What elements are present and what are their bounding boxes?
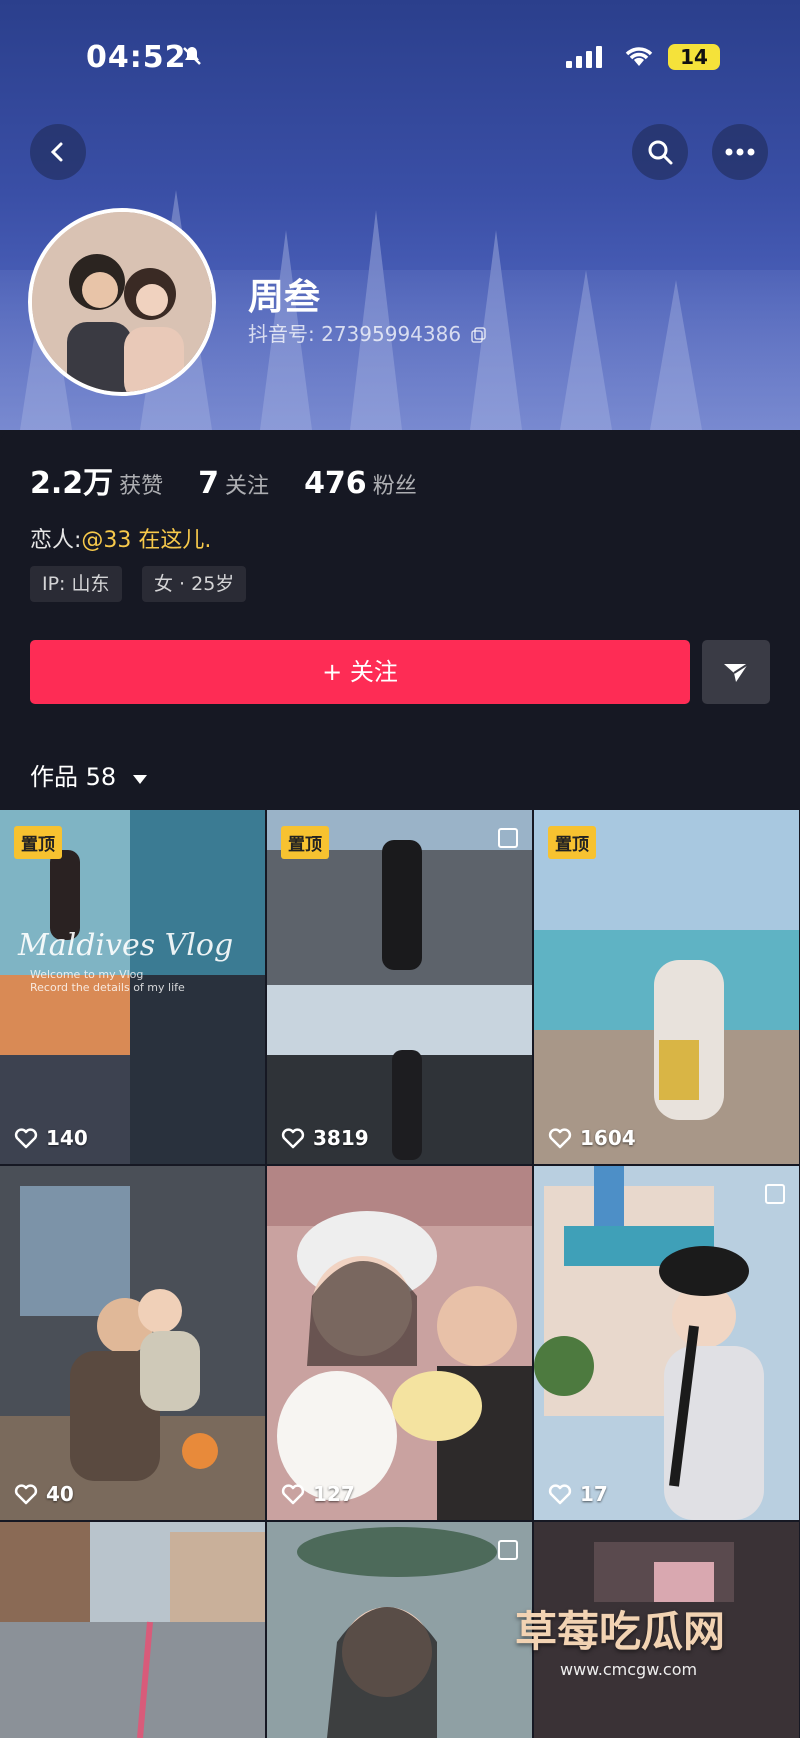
like-count: 140	[14, 1126, 88, 1150]
copy-icon[interactable]	[471, 327, 487, 343]
heart-outline-icon	[281, 1484, 305, 1505]
video-thumbnail	[267, 810, 532, 1164]
video-thumbnail	[267, 1522, 532, 1738]
heart-outline-icon	[548, 1128, 572, 1149]
share-arrow-icon	[724, 663, 749, 682]
like-count-value: 40	[46, 1482, 74, 1506]
more-button[interactable]	[712, 124, 768, 180]
heart-outline-icon	[14, 1128, 38, 1149]
stat-following-value: 7	[198, 466, 220, 501]
heart-outline-icon	[281, 1128, 305, 1149]
ip-location-tag: IP: 山东	[30, 566, 122, 602]
like-count-value: 140	[46, 1126, 88, 1150]
video-thumbnail	[267, 1166, 532, 1520]
status-time: 04:52	[86, 40, 187, 75]
share-button[interactable]	[702, 640, 770, 704]
video-thumbnail	[534, 1166, 799, 1520]
watermark-title: 草莓吃瓜网	[515, 1607, 726, 1656]
video-tile[interactable]: 40	[0, 1166, 265, 1520]
douyin-id-text: 抖音号: 27395994386	[248, 322, 462, 346]
video-tile[interactable]: 置顶 3819	[267, 810, 532, 1164]
stat-likes-value: 2.2万	[30, 466, 114, 501]
video-tile[interactable]	[0, 1522, 265, 1738]
multi-image-icon	[765, 1184, 785, 1204]
works-count-label: 作品 58	[30, 763, 117, 791]
like-count-value: 1604	[580, 1126, 636, 1150]
follow-button[interactable]: + 关注	[30, 640, 690, 704]
vlog-subtitle-overlay: Welcome to my Vlog Record the details of…	[30, 968, 185, 994]
video-thumbnail	[0, 1166, 265, 1520]
heart-outline-icon	[14, 1484, 38, 1505]
video-tile[interactable]: 127	[267, 1166, 532, 1520]
multi-image-icon	[498, 1540, 518, 1560]
stat-followers-label: 粉丝	[372, 474, 417, 499]
stat-followers-value: 476	[304, 466, 367, 501]
video-thumbnail	[0, 1522, 265, 1738]
avatar-photo	[32, 212, 212, 392]
stat-following[interactable]: 7 关注	[198, 466, 269, 501]
like-count: 17	[548, 1482, 608, 1506]
multi-image-icon	[498, 828, 518, 848]
lover-label: 恋人:	[30, 528, 82, 553]
vlog-title-overlay: Maldives Vlog	[18, 928, 234, 963]
battery-indicator: 14	[668, 44, 720, 70]
pinned-badge: 置顶	[548, 826, 596, 859]
like-count-value: 127	[313, 1482, 355, 1506]
gender-age-tag: 女 · 25岁	[142, 566, 247, 602]
video-tile[interactable]: 置顶 1604	[534, 810, 799, 1164]
cellular-signal-icon	[566, 46, 602, 68]
lover-mention-link[interactable]: @33 在这儿.	[81, 528, 211, 553]
like-count: 3819	[281, 1126, 369, 1150]
video-tile[interactable]	[267, 1522, 532, 1738]
bio-lover-row: 恋人:@33 在这儿.	[30, 522, 211, 554]
back-chevron-icon	[50, 142, 63, 162]
like-count-value: 17	[580, 1482, 608, 1506]
like-count: 127	[281, 1482, 355, 1506]
heart-outline-icon	[548, 1484, 572, 1505]
wifi-icon	[625, 47, 653, 66]
stat-likes[interactable]: 2.2万 获赞	[30, 458, 163, 502]
video-thumbnail	[534, 810, 799, 1164]
douyin-id-row[interactable]: 抖音号: 27395994386	[248, 318, 487, 347]
back-button[interactable]	[30, 124, 86, 180]
like-count: 40	[14, 1482, 74, 1506]
works-tab[interactable]: 作品 58	[30, 757, 148, 792]
stats-row: 2.2万 获赞 7 关注 476 粉丝	[30, 458, 445, 502]
avatar[interactable]	[28, 208, 216, 396]
search-button[interactable]	[632, 124, 688, 180]
pinned-badge: 置顶	[14, 826, 62, 859]
video-tile[interactable]: Maldives Vlog Welcome to my Vlog Record …	[0, 810, 265, 1164]
stat-following-label: 关注	[225, 474, 270, 499]
like-count: 1604	[548, 1126, 636, 1150]
video-tile[interactable]: 17	[534, 1166, 799, 1520]
mute-bell-icon	[183, 47, 201, 65]
more-dots-icon	[725, 148, 755, 156]
dropdown-triangle-icon	[132, 775, 147, 784]
stat-likes-label: 获赞	[119, 474, 164, 499]
search-icon	[648, 140, 673, 165]
watermark-url: www.cmcgw.com	[560, 1660, 698, 1679]
stat-followers[interactable]: 476 粉丝	[304, 466, 417, 501]
like-count-value: 3819	[313, 1126, 369, 1150]
pinned-badge: 置顶	[281, 826, 329, 859]
profile-name: 周叁	[248, 277, 321, 318]
